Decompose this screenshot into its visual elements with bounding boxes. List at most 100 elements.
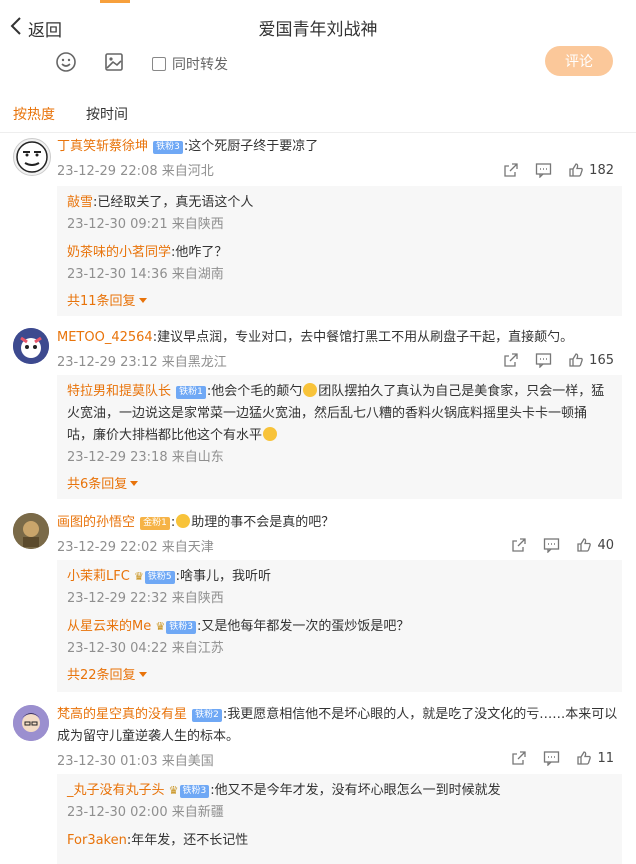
username[interactable]: For3aken xyxy=(67,833,127,848)
tab-by-hot[interactable]: 按热度 xyxy=(13,104,55,124)
like-button[interactable]: 11 xyxy=(576,750,614,766)
like-button[interactable]: 40 xyxy=(576,537,614,553)
scroll-indicator xyxy=(100,0,130,3)
comment-time: 23-12-30 01:03 xyxy=(57,754,158,769)
tab-by-time[interactable]: 按时间 xyxy=(86,104,128,124)
avatar[interactable] xyxy=(13,138,51,176)
reply-time: 23-12-30 09:21 xyxy=(67,217,168,232)
comment-time: 23-12-29 22:08 xyxy=(57,164,158,179)
username[interactable]: 特拉男和提莫队长 xyxy=(67,384,171,399)
username[interactable]: METOO_42564 xyxy=(57,330,153,345)
reply-meta: 23-12-30 09:21 来自陕西 xyxy=(67,214,612,236)
caret-down-icon xyxy=(138,672,147,677)
more-replies-link[interactable]: 共6条回复 xyxy=(67,475,612,495)
page-title: 爱国青年刘战神 xyxy=(258,20,378,40)
reply-location: 来自山东 xyxy=(171,450,224,465)
comment-text: :建议早点润，专业对口，去中餐馆打黑工不用从刷盘子干起，直接颠勺。 xyxy=(152,330,574,345)
like-count: 11 xyxy=(597,750,614,766)
reply-meta: 23-12-29 23:18 来自山东 xyxy=(67,447,612,469)
username[interactable]: 敲雪 xyxy=(67,195,93,210)
share-icon[interactable] xyxy=(503,352,519,368)
reply-time: 23-12-29 22:32 xyxy=(67,591,168,606)
avatar[interactable] xyxy=(13,513,49,549)
reply-location: 来自江苏 xyxy=(171,641,224,656)
reply-time: 23-12-30 04:22 xyxy=(67,641,168,656)
reply-text: :啥事儿，我听听 xyxy=(175,569,271,584)
more-replies-label: 共6条回复 xyxy=(67,477,128,492)
emoji-sticker-icon xyxy=(176,514,191,528)
reply-box: _丸子没有丸子头 ♛ 铁粉3:他又不是今年才发，没有坏心眼怎么一到时候就发 23-… xyxy=(57,774,622,864)
comment-submit-button[interactable]: 评论 xyxy=(545,46,613,76)
comment-actions: 165 xyxy=(487,352,614,368)
share-icon[interactable] xyxy=(511,750,527,766)
comment-icon[interactable] xyxy=(535,352,552,368)
fan-badge: 铁粉3 xyxy=(153,141,183,154)
like-button[interactable]: 165 xyxy=(568,352,614,368)
reply-meta: 23-12-30 04:22 来自江苏 xyxy=(67,638,612,660)
comment-time: 23-12-29 23:12 xyxy=(57,355,158,370)
image-icon[interactable] xyxy=(103,51,125,77)
fan-badge: 铁粉1 xyxy=(176,386,206,399)
comment-composer: 同时转发 评论 xyxy=(0,46,636,86)
reply-text: :年年发，还不长记性 xyxy=(126,833,249,848)
fan-badge: 铁粉5 xyxy=(144,571,175,584)
reply-item: 特拉男和提莫队长 铁粉1:他会个毛的颠勺 团队摆拍久了真认为自己是美食家，只会一样… xyxy=(67,381,612,469)
username[interactable]: 画图的孙悟空 xyxy=(57,515,135,530)
reply-text: :他又不是今年才发，没有坏心眼怎么一到时候就发 xyxy=(210,783,501,798)
share-icon[interactable] xyxy=(511,537,527,553)
comment-icon[interactable] xyxy=(543,750,560,766)
comment-icon[interactable] xyxy=(543,537,560,553)
thumbs-up-icon xyxy=(568,162,584,178)
more-replies-link[interactable]: 共11条回复 xyxy=(67,292,612,312)
reply-location: 来自陕西 xyxy=(171,591,224,606)
reply-box: 小茉莉LFC ♛ 铁粉5:啥事儿，我听听 23-12-29 22:32 来自陕西 … xyxy=(57,560,622,692)
repost-checkbox[interactable]: 同时转发 xyxy=(152,54,228,74)
comment-time: 23-12-29 22:02 xyxy=(57,540,158,555)
fan-badge: 铁粉2 xyxy=(192,709,222,722)
repost-label: 同时转发 xyxy=(172,57,228,73)
checkbox-box[interactable] xyxy=(152,57,166,71)
fan-badge: 铁粉3 xyxy=(179,785,210,798)
username[interactable]: 从星云来的Me xyxy=(67,619,151,634)
reply-location: 来自湖南 xyxy=(171,267,224,282)
more-replies-link[interactable]: 共22条回复 xyxy=(67,666,612,686)
reply-text: :已经取关了，真无语这个人 xyxy=(93,195,254,210)
more-replies-label: 共22条回复 xyxy=(67,668,136,683)
reply-location: 来自陕西 xyxy=(171,217,224,232)
thumbs-up-icon xyxy=(568,352,584,368)
reply-meta: 23-12-30 02:00 来自新疆 xyxy=(67,802,612,824)
reply-text: :他会个毛的颠勺 xyxy=(206,384,303,399)
reply-item: For3aken:年年发，还不长记性 xyxy=(67,830,612,852)
share-icon[interactable] xyxy=(503,162,519,178)
username[interactable]: _丸子没有丸子头 xyxy=(67,783,165,798)
like-count: 40 xyxy=(597,537,614,553)
reply-item: _丸子没有丸子头 ♛ 铁粉3:他又不是今年才发，没有坏心眼怎么一到时候就发 23-… xyxy=(67,780,612,824)
reply-box: 特拉男和提莫队长 铁粉1:他会个毛的颠勺 团队摆拍久了真认为自己是美食家，只会一样… xyxy=(57,375,622,499)
emoji-icon[interactable] xyxy=(55,51,77,77)
comment-text: 助理的事不会是真的吧？ xyxy=(191,515,335,530)
like-button[interactable]: 182 xyxy=(568,162,614,178)
emoji-sticker-icon xyxy=(303,383,318,397)
reply-item: 敲雪:已经取关了，真无语这个人 23-12-30 09:21 来自陕西 xyxy=(67,192,612,236)
reply-time: 23-12-29 23:18 xyxy=(67,450,168,465)
thumbs-up-icon xyxy=(576,537,592,553)
comment-actions: 11 xyxy=(495,750,614,766)
crown-icon: ♛ xyxy=(133,570,144,583)
avatar[interactable] xyxy=(13,328,49,364)
reply-time: 23-12-30 02:00 xyxy=(67,805,168,820)
comment-location: 来自黑龙江 xyxy=(161,355,227,370)
username[interactable]: 丁真笑斩蔡徐坤 xyxy=(57,139,148,154)
username[interactable]: 奶茶味的小茗同学 xyxy=(67,245,171,260)
laughing-emoji-icon xyxy=(263,427,278,441)
reply-text: :又是他每年都发一次的蛋炒饭是吧？ xyxy=(196,619,410,634)
username[interactable]: 梵高的星空真的没有星 xyxy=(57,707,187,722)
comment-text: :这个死厨子终于要凉了 xyxy=(183,139,319,154)
reply-meta: 23-12-29 22:32 来自陕西 xyxy=(67,588,612,610)
reply-time: 23-12-30 14:36 xyxy=(67,267,168,282)
crown-icon: ♛ xyxy=(168,784,179,797)
avatar[interactable] xyxy=(13,705,49,741)
comment-icon[interactable] xyxy=(535,162,552,178)
more-replies-label: 共11条回复 xyxy=(67,294,136,309)
username[interactable]: 小茉莉LFC xyxy=(67,569,130,584)
comment-location: 来自天津 xyxy=(161,540,214,555)
